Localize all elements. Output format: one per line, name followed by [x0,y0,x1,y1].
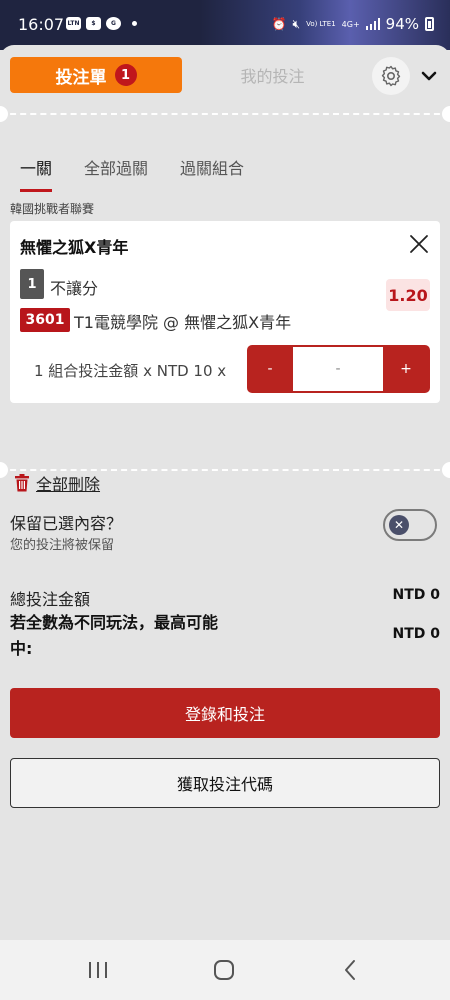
chevron-down-icon [421,71,437,81]
recent-apps-icon [89,962,107,978]
tab-parlay-combo[interactable]: 過關組合 [180,155,244,192]
back-chevron-icon [345,960,355,980]
market-number-badge: 1 [20,269,44,299]
battery-percent: 94% [385,15,419,33]
keep-selections-subtitle: 您的投注將被保留 [10,538,115,553]
bet-type-tabs: 一關 全部過關 過關組合 [20,155,244,192]
toggle-off-icon: ✕ [389,515,409,535]
shopping-bag-icon: $ [86,17,101,30]
notification-icons: LTN $ G [66,17,137,30]
bet-card: 無懼之狐X青年 1 不讓分 1.20 3601 T1電競學院 @ 無懼之狐X青年… [10,221,440,403]
delete-all-label: 全部刪除 [36,475,101,494]
signal-icon [365,18,380,30]
divider-notch-right [442,106,450,122]
max-win-label: 若全數為不同玩法，最高可能中: [10,613,219,658]
trash-icon [15,474,29,492]
stake-stepper: - - + [247,345,430,393]
divider-notch-left [0,462,8,478]
selection-text: T1電競學院 @ 無懼之狐X青年 [74,313,292,332]
increase-stake-button[interactable]: + [383,345,429,393]
home-button[interactable] [209,958,239,982]
selection-code-badge: 3601 [20,308,70,332]
mute-icon: 🔇︎ [292,16,301,31]
chrome-icon: G [106,17,121,30]
divider-notch-right [442,462,450,478]
tab-all-parlay[interactable]: 全部過關 [84,155,148,192]
alarm-icon: ⏰ [271,17,287,31]
match-title: 無懼之狐X青年 [20,238,129,257]
ltn-app-icon: LTN [66,17,81,30]
tab-bet-slip-label: 投注單 [55,67,107,88]
recent-apps-button[interactable] [83,958,113,982]
divider [0,469,450,471]
system-status: ⏰ 🔇︎ Vo) LTE1 4G+ 94% [272,15,434,33]
keep-selections-title: 保留已選內容？ [10,514,123,533]
delete-all-button[interactable]: 全部刪除 [14,471,100,495]
keep-selections-toggle[interactable]: ✕ [383,509,437,541]
decrease-stake-button[interactable]: - [247,345,293,393]
login-and-bet-button[interactable]: 登錄和投注 [10,688,440,738]
more-notifications-dot-icon [132,21,137,26]
back-button[interactable] [335,958,365,982]
volte-label: Vo) LTE1 [306,20,336,28]
get-bet-code-button[interactable]: 獲取投注代碼 [10,758,440,808]
battery-icon [425,17,434,31]
league-name: 韓國挑戰者聯賽 [10,202,95,216]
total-stake-value: NTD 0 [392,587,440,603]
gear-icon [381,65,401,87]
divider [0,113,450,115]
remove-bet-button[interactable] [408,233,430,255]
tab-bet-slip[interactable]: 投注單 1 [10,57,182,93]
close-icon [410,235,428,253]
status-bar: 16:07 LTN $ G ⏰ 🔇︎ Vo) LTE1 4G+ 94% [0,0,450,50]
stake-label: 1 組合投注金額 x NTD 10 x [34,362,227,380]
tab-single[interactable]: 一關 [20,155,53,192]
divider-notch-left [0,106,8,122]
status-time: 16:07 [18,15,65,34]
collapse-button[interactable] [418,65,440,87]
settings-button[interactable] [372,57,410,95]
network-type: 4G+ [341,19,360,29]
total-stake-label: 總投注金額 [10,590,91,609]
max-win-value: NTD 0 [392,626,440,642]
market-name: 不讓分 [50,279,99,298]
bet-count-badge: 1 [114,64,137,86]
system-navigation-bar [0,940,450,1000]
odds-value: 1.20 [386,279,430,311]
tab-my-bets[interactable]: 我的投注 [200,57,345,93]
stake-input[interactable]: - [293,347,383,391]
home-icon [214,960,234,980]
